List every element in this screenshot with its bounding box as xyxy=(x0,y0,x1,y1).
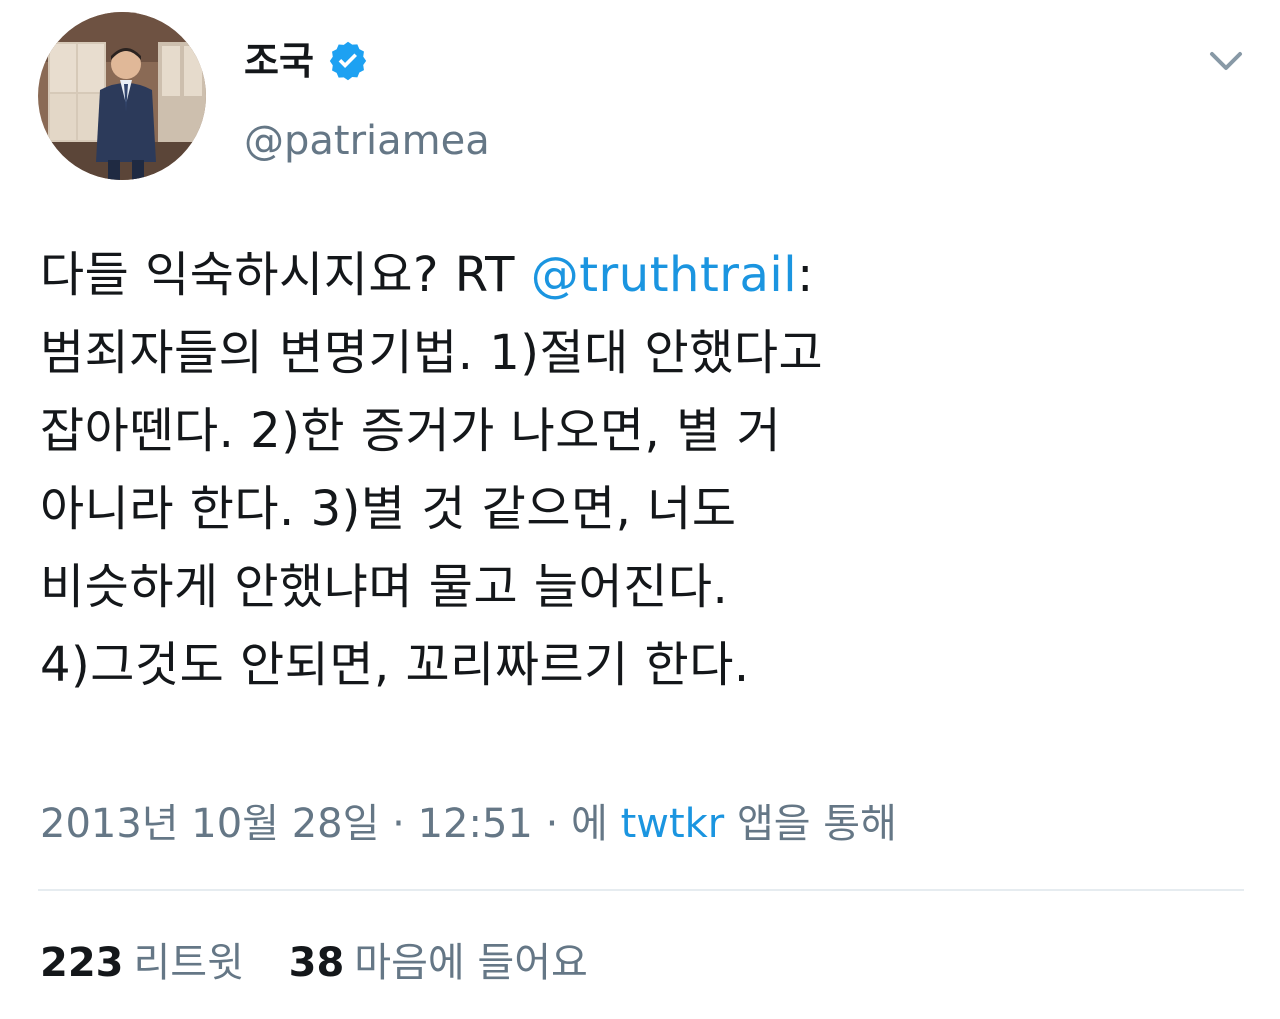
tweet-detail: 조국 @patriamea 다들 익숙하시지요? RT @truthtrail:… xyxy=(0,0,1280,1019)
tweet-line: 4)그것도 안되면, 꼬리짜르기 한다. xyxy=(40,637,750,693)
retweets-count: 223 xyxy=(40,940,124,986)
chevron-down-icon[interactable] xyxy=(1206,42,1246,78)
source-app-link[interactable]: twtkr xyxy=(621,801,725,847)
meta-separator: · xyxy=(392,801,405,847)
divider xyxy=(38,889,1244,891)
user-handle[interactable]: @patriamea xyxy=(244,114,490,168)
tweet-line: 범죄자들의 변명기법. 1)절대 안했다고 xyxy=(40,325,824,381)
tweet-line: 아니라 한다. 3)별 것 같으면, 너도 xyxy=(40,481,737,537)
tweet-date[interactable]: 2013년 10월 28일 xyxy=(40,801,379,847)
tweet-line: 비슷하게 안했냐며 물고 늘어진다. xyxy=(40,559,729,615)
tweet-text: 다들 익숙하시지요? RT @truthtrail: 범죄자들의 변명기법. 1… xyxy=(40,236,1250,704)
author-header: 조국 xyxy=(244,36,370,86)
meta-separator: · xyxy=(545,801,559,847)
mention-link[interactable]: @truthtrail xyxy=(531,247,797,303)
likes-count: 38 xyxy=(288,940,345,986)
tweet-time[interactable]: 12:51 xyxy=(418,801,533,847)
retweets-stat[interactable]: 223 리트윗 xyxy=(40,934,244,992)
tweet-line: 잡아뗀다. 2)한 증거가 나오면, 별 거 xyxy=(40,403,782,459)
tweet-line: 다들 익숙하시지요? RT @truthtrail: xyxy=(40,247,814,303)
via-prefix: 에 xyxy=(571,801,608,847)
via-suffix: 앱을 통해 xyxy=(736,801,897,847)
display-name[interactable]: 조국 xyxy=(244,36,314,86)
likes-label: 마음에 들어요 xyxy=(354,940,588,986)
retweets-label: 리트윗 xyxy=(133,940,244,986)
avatar-photo xyxy=(38,12,206,180)
tweet-metadata: 2013년 10월 28일 · 12:51 · 에 twtkr 앱을 통해 xyxy=(40,796,897,852)
avatar[interactable] xyxy=(38,12,206,180)
tweet-stats: 223 리트윗 38 마음에 들어요 xyxy=(40,934,620,992)
likes-stat[interactable]: 38 마음에 들어요 xyxy=(289,934,588,992)
verified-badge-icon xyxy=(326,39,370,83)
